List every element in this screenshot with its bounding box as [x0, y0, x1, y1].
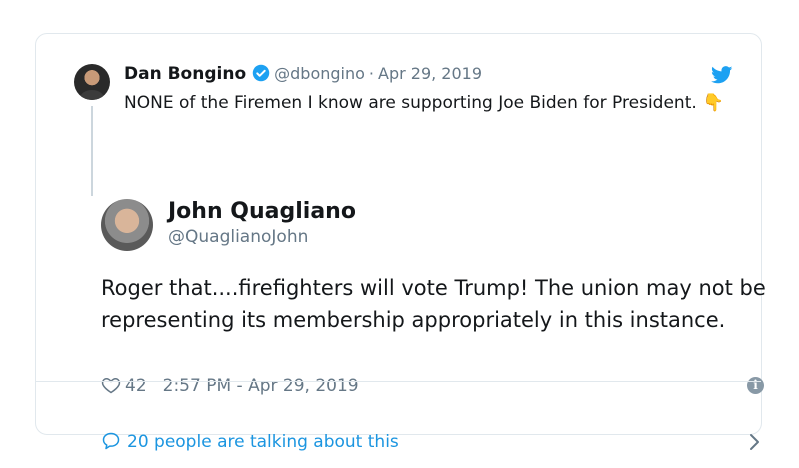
pointing-down-emoji: 👇 — [702, 93, 724, 113]
parent-author-handle[interactable]: @dbongino — [274, 64, 365, 83]
tweet-text: Roger that....firefighters will vote Tru… — [101, 276, 766, 332]
thread-connector-line — [91, 106, 93, 196]
twitter-bird-icon[interactable] — [711, 66, 733, 84]
parent-author-name[interactable]: Dan Bongino — [124, 64, 246, 84]
author-handle[interactable]: @QuaglianoJohn — [168, 225, 308, 249]
conversation-link[interactable]: 20 people are talking about this — [101, 429, 399, 455]
tweet-timestamp[interactable]: 2:57 PM - Apr 29, 2019 — [163, 376, 359, 396]
separator-dot: · — [368, 64, 374, 83]
like-count[interactable]: 42 — [125, 376, 147, 396]
heart-icon[interactable] — [101, 375, 121, 395]
tweet-meta: 42 2:57 PM - Apr 29, 2019 — [101, 374, 359, 398]
author-avatar[interactable] — [101, 199, 153, 251]
speech-bubble-icon — [102, 432, 120, 450]
parent-tweet-body: NONE of the Firemen I know are supportin… — [124, 93, 697, 113]
chevron-right-icon[interactable] — [748, 432, 762, 452]
parent-author-avatar[interactable] — [74, 64, 110, 100]
parent-tweet-text: NONE of the Firemen I know are supportin… — [124, 90, 724, 117]
parent-tweet-date[interactable]: Apr 29, 2019 — [378, 64, 482, 83]
author-name[interactable]: John Quagliano — [168, 197, 356, 227]
parent-tweet-header: Dan Bongino @dbongino · Apr 29, 2019 — [124, 62, 482, 86]
embedded-tweet-card[interactable]: Dan Bongino @dbongino · Apr 29, 2019 NONE o… — [35, 33, 766, 452]
verified-badge-icon — [252, 64, 270, 82]
conversation-text[interactable]: 20 people are talking about this — [127, 432, 399, 452]
info-icon[interactable]: i — [747, 377, 764, 394]
card-divider — [36, 381, 761, 382]
